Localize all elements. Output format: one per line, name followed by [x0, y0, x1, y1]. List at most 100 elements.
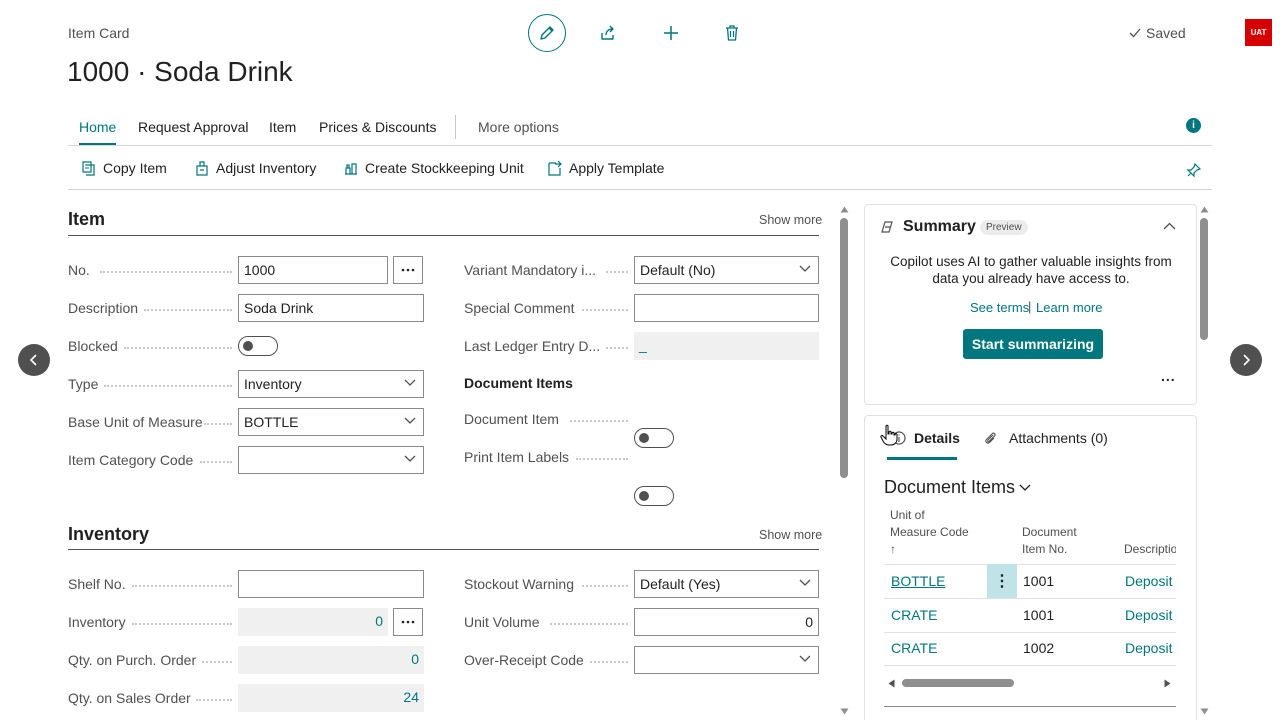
no-label: No. [68, 262, 90, 278]
adjust-inventory-icon [196, 161, 208, 176]
special-comment-field[interactable] [634, 294, 819, 322]
qty-sales-field[interactable]: 24 [238, 684, 424, 712]
type-select[interactable]: Inventory [238, 370, 424, 398]
label-leader [582, 309, 628, 311]
row-divider [884, 665, 1176, 666]
scroll-down-button[interactable] [840, 708, 849, 715]
row3-desc[interactable]: Deposit [1125, 640, 1175, 656]
item-section-title[interactable]: Item [68, 209, 105, 230]
inventory-assist-button[interactable] [393, 608, 423, 636]
chevron-left-icon [29, 354, 37, 366]
summary-more-button[interactable]: ... [1161, 368, 1176, 384]
column-header-description[interactable]: Descriptio [1124, 541, 1176, 558]
row1-desc[interactable]: Deposit [1125, 573, 1175, 589]
table-hscroll-thumb[interactable] [902, 679, 1014, 687]
main-scrollbar-thumb[interactable] [840, 218, 848, 478]
row-menu-button[interactable]: ⋮ [987, 564, 1017, 598]
shelf-no-field[interactable] [238, 570, 424, 598]
qty-sales-label: Qty. on Sales Order [68, 690, 191, 706]
column-header-uom[interactable]: Unit of Measure Code ↑ [890, 507, 969, 558]
base-uom-select[interactable]: BOTTLE [238, 408, 424, 436]
blocked-label: Blocked [68, 338, 118, 354]
ellipsis-icon [401, 620, 415, 624]
inventory-section-title[interactable]: Inventory [68, 524, 149, 545]
no-field[interactable]: 1000 [238, 256, 388, 284]
next-record-button[interactable] [1230, 344, 1262, 376]
delete-button[interactable] [720, 21, 744, 45]
tab-request-approval[interactable]: Request Approval [138, 119, 249, 135]
collapse-summary-button[interactable] [1163, 222, 1176, 230]
create-stockkeeping-action[interactable]: Create Stockkeeping Unit [343, 160, 524, 176]
tab-more-options[interactable]: More options [478, 119, 559, 135]
info-icon[interactable]: i [1186, 118, 1201, 133]
item-show-more[interactable]: Show more [759, 213, 822, 227]
label-leader [132, 585, 232, 587]
pin-action-bar-button[interactable] [1186, 162, 1202, 178]
apply-template-action[interactable]: Apply Template [547, 160, 664, 176]
sort-ascending-icon: ↑ [890, 542, 896, 556]
over-receipt-select[interactable] [634, 646, 819, 674]
column-header-doc-item-no[interactable]: Document Item No. [1022, 524, 1077, 558]
no-assist-button[interactable] [393, 256, 423, 284]
label-leader [200, 461, 232, 463]
copy-item-action[interactable]: Copy Item [81, 160, 167, 176]
chevron-down-icon [404, 379, 416, 386]
label-leader [204, 423, 232, 425]
row2-uom[interactable]: CRATE [891, 607, 937, 623]
factbox-scrollbar-thumb[interactable] [1200, 218, 1208, 340]
unit-volume-field[interactable]: 0 [634, 608, 819, 636]
label-leader [132, 623, 232, 625]
document-item-toggle[interactable] [634, 428, 674, 448]
tab-prices-discounts[interactable]: Prices & Discounts [319, 119, 436, 135]
learn-more-link[interactable]: Learn more [1036, 300, 1102, 315]
pin-icon [1186, 162, 1202, 178]
row3-uom[interactable]: CRATE [891, 640, 937, 656]
row2-desc[interactable]: Deposit [1125, 607, 1175, 623]
see-terms-link[interactable]: See terms [970, 300, 1029, 315]
row2-doc-no[interactable]: 1001 [1023, 607, 1054, 623]
inventory-field[interactable]: 0 [238, 608, 388, 636]
triangle-right-icon [1164, 679, 1171, 688]
variant-mandatory-value: Default (No) [640, 262, 716, 278]
qty-purch-field[interactable]: 0 [238, 646, 424, 674]
inventory-show-more[interactable]: Show more [759, 528, 822, 542]
item-category-label: Item Category Code [68, 452, 194, 468]
variant-mandatory-select[interactable]: Default (No) [634, 256, 819, 284]
tab-details[interactable]: Details [914, 430, 960, 446]
uom-header-line1: Unit of [890, 508, 925, 522]
item-category-select[interactable] [238, 446, 424, 474]
factbox-scroll-down-button[interactable] [1200, 708, 1209, 715]
item-section-divider [68, 235, 819, 236]
stockout-warning-value: Default (Yes) [640, 576, 721, 592]
trash-icon [726, 25, 738, 41]
label-leader [124, 347, 232, 349]
row1-doc-no[interactable]: 1001 [1023, 573, 1054, 589]
blocked-toggle[interactable] [238, 336, 278, 356]
scroll-up-button[interactable] [840, 206, 849, 213]
row-divider [884, 632, 1176, 633]
label-leader [570, 420, 628, 422]
start-summarizing-button[interactable]: Start summarizing [963, 329, 1103, 359]
row1-uom[interactable]: BOTTLE [891, 573, 945, 589]
base-uom-value: BOTTLE [244, 414, 299, 430]
document-items-subheading: Document Items [464, 375, 573, 391]
chevron-down-icon [799, 655, 811, 662]
tab-attachments[interactable]: Attachments (0) [1009, 430, 1108, 446]
label-leader [196, 699, 232, 701]
document-item-label: Document Item [464, 411, 559, 427]
tab-item[interactable]: Item [269, 119, 296, 135]
print-item-labels-toggle[interactable] [634, 486, 674, 506]
row3-doc-no[interactable]: 1002 [1023, 640, 1054, 656]
edit-button[interactable] [528, 14, 566, 52]
share-button[interactable] [596, 21, 620, 45]
new-button[interactable] [659, 21, 683, 45]
tab-home[interactable]: Home [79, 119, 117, 145]
document-items-heading[interactable]: Document Items [884, 477, 1031, 498]
scroll-right-button[interactable] [1164, 679, 1171, 688]
stockout-warning-select[interactable]: Default (Yes) [634, 570, 819, 598]
scroll-left-button[interactable] [888, 679, 895, 688]
description-field[interactable]: Soda Drink [238, 294, 424, 322]
previous-record-button[interactable] [18, 344, 50, 376]
factbox-scroll-up-button[interactable] [1200, 206, 1209, 213]
adjust-inventory-action[interactable]: Adjust Inventory [194, 160, 316, 176]
